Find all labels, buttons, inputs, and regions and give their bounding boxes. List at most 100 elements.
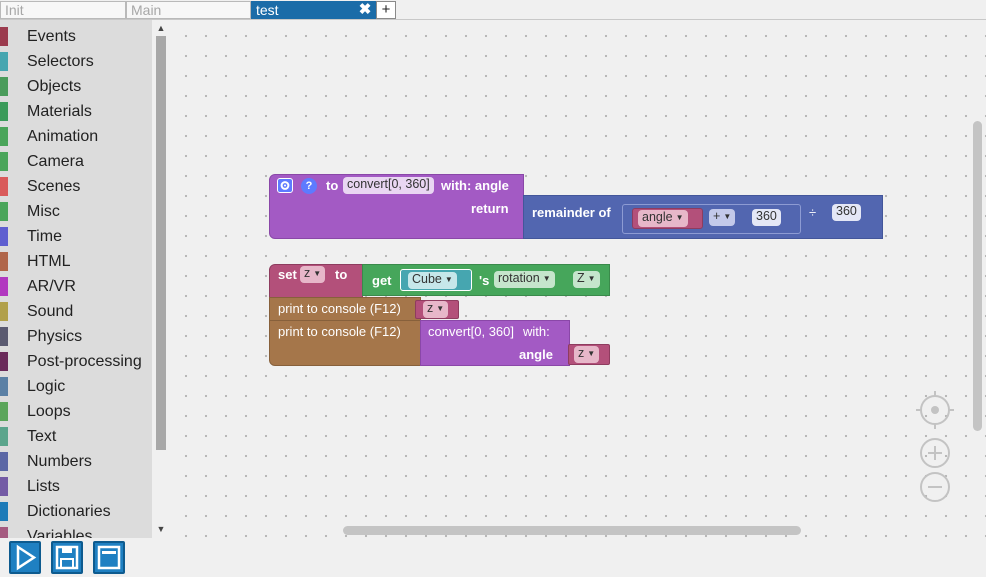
category-color-swatch (0, 27, 8, 46)
category-color-swatch (0, 152, 8, 171)
window-button[interactable] (93, 541, 125, 574)
tab-init[interactable]: Init (0, 1, 126, 19)
chevron-down-icon: ▼ (436, 304, 445, 313)
variable-z-dropdown[interactable]: z ▼ (300, 266, 326, 283)
category-label: Camera (27, 153, 84, 170)
category-label: Logic (27, 378, 66, 395)
category-label: Lists (27, 478, 60, 495)
zoom-in-icon[interactable] (920, 438, 950, 468)
category-camera[interactable]: Camera (0, 148, 152, 173)
tab-label: Init (5, 2, 24, 18)
category-label: HTML (27, 253, 71, 270)
divisor-field[interactable]: 360 (832, 204, 861, 221)
category-animation[interactable]: Animation (0, 123, 152, 148)
category-logic[interactable]: Logic (0, 373, 152, 398)
run-button[interactable] (9, 541, 41, 574)
number-field-360[interactable]: 360 (752, 209, 781, 226)
variable-z-dropdown[interactable]: z ▼ (423, 301, 449, 318)
category-color-swatch (0, 177, 8, 196)
category-lists[interactable]: Lists (0, 473, 152, 498)
divide-operator: ÷ (809, 205, 817, 220)
category-sound[interactable]: Sound (0, 298, 152, 323)
vertical-scrollbar[interactable] (973, 121, 982, 431)
function-name-field[interactable]: convert[0, 360] (343, 177, 434, 194)
variable-angle-dropdown[interactable]: angle ▼ (638, 210, 688, 227)
object-cube-dropdown[interactable]: Cube ▼ (408, 272, 457, 289)
tab-label: Main (131, 2, 162, 18)
category-scenes[interactable]: Scenes (0, 173, 152, 198)
tab-test[interactable]: test ✖ (251, 1, 377, 19)
category-color-swatch (0, 302, 8, 321)
category-events[interactable]: Events (0, 23, 152, 48)
recenter-icon[interactable] (916, 391, 954, 429)
category-time[interactable]: Time (0, 223, 152, 248)
category-color-swatch (0, 277, 8, 296)
category-label: Text (27, 428, 57, 445)
category-color-swatch (0, 252, 8, 271)
category-physics[interactable]: Physics (0, 323, 152, 348)
category-misc[interactable]: Misc (0, 198, 152, 223)
save-button[interactable] (51, 541, 83, 574)
category-ar-vr[interactable]: AR/VR (0, 273, 152, 298)
category-color-swatch (0, 402, 8, 421)
possessive-label: 's (479, 273, 490, 288)
category-text[interactable]: Text (0, 423, 152, 448)
category-loops[interactable]: Loops (0, 398, 152, 423)
chevron-down-icon: ▼ (313, 269, 322, 278)
close-icon[interactable]: ✖ (358, 2, 372, 18)
scroll-up-icon[interactable]: ▲ (155, 22, 167, 34)
category-post-processing[interactable]: Post-processing (0, 348, 152, 373)
category-color-swatch (0, 502, 8, 521)
operator-plus-dropdown[interactable]: + ▼ (709, 209, 736, 226)
object-name: Cube (412, 272, 442, 286)
function-call-name: convert[0, 360] (428, 324, 514, 339)
print-label: print to console (F12) (278, 324, 401, 339)
category-dictionaries[interactable]: Dictionaries (0, 498, 152, 523)
variable-z-dropdown[interactable]: z ▼ (574, 346, 600, 363)
category-label: Objects (27, 78, 82, 95)
category-color-swatch (0, 52, 8, 71)
chevron-down-icon: ▼ (542, 274, 551, 283)
category-label: AR/VR (27, 278, 76, 295)
print-label: print to console (F12) (278, 301, 401, 316)
tab-main[interactable]: Main (126, 1, 251, 19)
to-label: to (326, 178, 339, 193)
tab-bar: Init Main test ✖ + (0, 0, 986, 20)
window-icon (97, 545, 121, 570)
gear-icon[interactable] (277, 178, 293, 193)
category-label: Materials (27, 103, 92, 120)
category-color-swatch (0, 227, 8, 246)
category-objects[interactable]: Objects (0, 73, 152, 98)
toolbox-scroll-thumb[interactable] (156, 36, 166, 450)
chevron-down-icon: ▼ (587, 274, 596, 283)
add-tab-button[interactable]: + (376, 1, 396, 19)
scroll-down-icon[interactable]: ▼ (155, 523, 167, 535)
category-html[interactable]: HTML (0, 248, 152, 273)
axis-name: Z (577, 271, 585, 285)
category-label: Sound (27, 303, 74, 320)
variable-name: z (427, 301, 434, 315)
zoom-out-icon[interactable] (920, 472, 950, 502)
category-label: Events (27, 28, 76, 45)
with-label: with: angle (441, 178, 509, 193)
category-label: Physics (27, 328, 83, 345)
blocks-workspace[interactable]: ? to convert[0, 360] with: angle return … (170, 20, 986, 538)
with-label: with: (523, 324, 550, 339)
category-label: Selectors (27, 53, 94, 70)
bottom-toolbar (0, 538, 986, 577)
horizontal-scrollbar[interactable] (343, 526, 801, 535)
help-icon[interactable]: ? (301, 178, 317, 194)
to-label: to (335, 267, 348, 282)
play-icon (16, 544, 37, 571)
category-materials[interactable]: Materials (0, 98, 152, 123)
property-name: rotation (498, 271, 540, 285)
category-variables[interactable]: Variables (0, 523, 152, 538)
axis-z-dropdown[interactable]: Z ▼ (573, 271, 600, 288)
category-numbers[interactable]: Numbers (0, 448, 152, 473)
category-color-swatch (0, 477, 8, 496)
category-color-swatch (0, 327, 8, 346)
category-selectors[interactable]: Selectors (0, 48, 152, 73)
toolbox-scrollbar[interactable]: ▲ ▼ (152, 20, 170, 538)
variable-name: angle (642, 210, 673, 224)
property-rotation-dropdown[interactable]: rotation ▼ (494, 271, 555, 288)
